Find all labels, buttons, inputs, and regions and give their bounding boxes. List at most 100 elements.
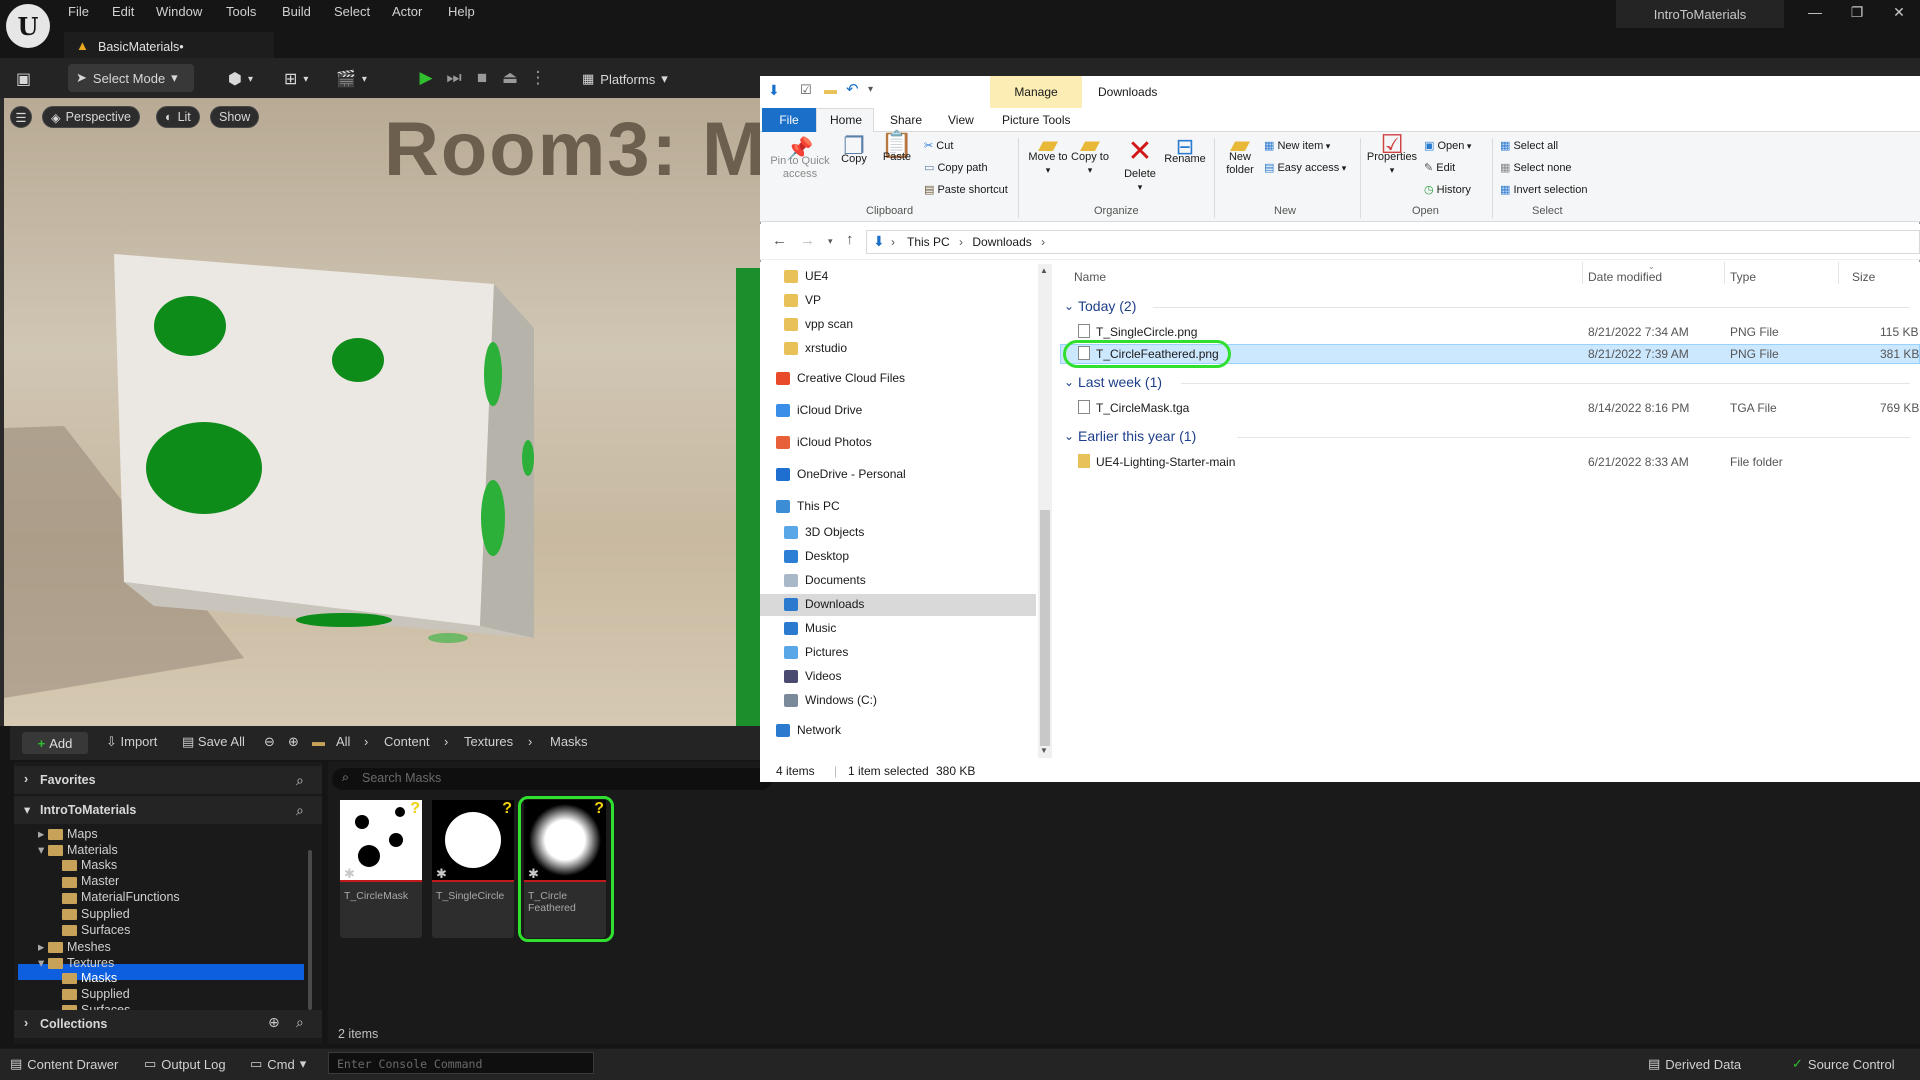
group-header[interactable]: Earlier this year (1)	[1078, 428, 1196, 444]
new-folder-button[interactable]: ▰ New folder	[1222, 131, 1258, 177]
level-tab[interactable]: ▲ BasicMaterials•	[64, 32, 274, 58]
save-level-icon[interactable]: ▣	[16, 66, 38, 92]
recent-chevron-icon[interactable]: ▾	[828, 236, 833, 247]
copy-to-button[interactable]: ▰ Copy to ▾	[1070, 131, 1110, 177]
scroll-up-icon[interactable]: ▲	[1040, 266, 1048, 275]
nav-item[interactable]: Windows (C:)	[784, 690, 877, 710]
paste-shortcut-button[interactable]: ▤ Paste shortcut	[924, 183, 1008, 196]
new-folder-small-icon[interactable]: ▬	[824, 82, 837, 97]
nav-item[interactable]: Documents	[784, 570, 866, 590]
save-all-button[interactable]: ▤ Save All	[182, 734, 245, 750]
history-forward-icon[interactable]: ⊕	[288, 734, 299, 750]
nav-item[interactable]: This PC	[776, 496, 840, 516]
asset-tile[interactable]: ? ✱ T_CircleMask	[340, 800, 422, 938]
nav-item[interactable]: VP	[784, 290, 821, 310]
lit-button[interactable]: ◐ Lit	[156, 106, 200, 128]
nav-scrollbar-thumb[interactable]	[1040, 510, 1050, 746]
asset-tile[interactable]: ? ✱ T_Circle Feathered	[524, 800, 606, 938]
quick-access-down-icon[interactable]: ⬇	[768, 82, 780, 99]
eject-icon[interactable]: ⏏	[498, 66, 522, 90]
show-button[interactable]: Show	[210, 106, 260, 128]
group-collapse-icon[interactable]: ⌄	[1064, 375, 1074, 389]
select-all-button[interactable]: ▦ Select all	[1500, 139, 1558, 152]
add-collection-icon[interactable]: ⊕	[268, 1014, 280, 1031]
breadcrumb-content[interactable]: Content	[384, 734, 430, 749]
add-button[interactable]: + Add	[22, 732, 88, 754]
breadcrumb-textures[interactable]: Textures	[464, 734, 513, 749]
minimize-icon[interactable]: —	[1798, 4, 1832, 28]
tab-share[interactable]: Share	[890, 113, 922, 127]
expander-icon[interactable]: ▾	[38, 842, 48, 857]
invert-selection-button[interactable]: ▦ Invert selection	[1500, 183, 1587, 196]
menu-window[interactable]: Window	[156, 4, 202, 19]
new-item-button[interactable]: ▦ New item ▾	[1264, 139, 1330, 152]
nav-item[interactable]: OneDrive - Personal	[776, 464, 906, 484]
add-actor-icon[interactable]: ⬢ ▾	[228, 66, 253, 92]
nav-item[interactable]: iCloud Drive	[776, 400, 862, 420]
tree-item[interactable]: ▸ Meshes	[38, 939, 111, 955]
platforms-button[interactable]: ▦ Platforms ▾	[582, 66, 668, 92]
undo-icon[interactable]: ↶	[846, 80, 859, 98]
address-this-pc[interactable]: This PC	[907, 235, 950, 249]
import-button[interactable]: ⇩ Import	[106, 734, 157, 750]
properties-button[interactable]: ☑ Properties ▾	[1364, 131, 1420, 177]
copy-button[interactable]: ❐ Copy	[836, 135, 872, 166]
blueprints-icon[interactable]: ⊞ ▾	[284, 66, 308, 92]
group-header[interactable]: Last week (1)	[1078, 374, 1162, 390]
delete-button[interactable]: ✕ Delete ▾	[1118, 136, 1162, 194]
nav-item[interactable]: Music	[784, 618, 836, 638]
select-mode-dropdown[interactable]: ➤ Select Mode ▾	[68, 64, 194, 92]
cmd-dropdown[interactable]: ▭ Cmd ▾	[250, 1056, 306, 1072]
scroll-down-icon[interactable]: ▼	[1040, 746, 1048, 755]
console-input[interactable]: Enter Console Command	[328, 1052, 594, 1074]
level-viewport[interactable]: Room3: M	[0, 98, 760, 726]
project-header[interactable]: ▾ IntroToMaterials	[14, 796, 322, 824]
tree-item[interactable]: Master	[52, 874, 119, 890]
easy-access-button[interactable]: ▤ Easy access ▾	[1264, 161, 1346, 174]
group-header[interactable]: Today (2)	[1078, 298, 1136, 314]
tab-picture-tools[interactable]: Picture Tools	[1002, 113, 1070, 127]
search-icon[interactable]: ⌕	[296, 1014, 304, 1031]
tree-item[interactable]: MaterialFunctions	[52, 890, 180, 906]
nav-item[interactable]: Creative Cloud Files	[776, 368, 905, 388]
history-button[interactable]: ◷ History	[1424, 183, 1471, 196]
open-button[interactable]: ▣ Open ▾	[1424, 139, 1471, 152]
content-drawer-button[interactable]: ▤ Content Drawer	[10, 1056, 118, 1072]
tree-item[interactable]: Surfaces	[52, 923, 130, 939]
viewport-options-icon[interactable]: ☰	[10, 106, 32, 128]
advance-frame-icon[interactable]: ⏭	[442, 66, 466, 90]
column-date-modified[interactable]: Date modified	[1588, 270, 1662, 284]
search-icon[interactable]: ⌕	[296, 772, 304, 789]
perspective-button[interactable]: ◈ Perspective	[42, 106, 140, 128]
menu-help[interactable]: Help	[448, 4, 475, 19]
nav-item[interactable]: Desktop	[784, 546, 849, 566]
play-icon[interactable]: ▶	[414, 66, 438, 90]
search-icon[interactable]: ⌕	[296, 802, 304, 819]
address-downloads[interactable]: Downloads	[972, 235, 1031, 249]
group-collapse-icon[interactable]: ⌄	[1064, 299, 1074, 313]
breadcrumb-masks[interactable]: Masks	[550, 734, 588, 749]
manage-context-tab[interactable]: Manage	[990, 76, 1082, 108]
tree-scrollbar[interactable]	[308, 850, 312, 1010]
up-arrow-icon[interactable]: ↑	[846, 231, 854, 248]
menu-select[interactable]: Select	[334, 4, 370, 19]
nav-item[interactable]: vpp scan	[784, 314, 853, 334]
tree-item[interactable]: ▾ Textures	[38, 955, 114, 971]
back-arrow-icon[interactable]: ←	[772, 232, 787, 249]
nav-item[interactable]: Videos	[784, 666, 841, 686]
nav-item[interactable]: xrstudio	[784, 338, 847, 358]
derived-data-button[interactable]: ▤ Derived Data	[1648, 1056, 1741, 1072]
tree-item[interactable]: Supplied	[52, 907, 130, 923]
expander-icon[interactable]: ▾	[38, 955, 48, 970]
tab-file[interactable]: File	[762, 108, 816, 132]
more-options-icon[interactable]: ⋮	[526, 66, 550, 90]
column-type[interactable]: Type	[1730, 270, 1756, 284]
menu-edit[interactable]: Edit	[112, 4, 134, 19]
rename-button[interactable]: ⊟ Rename	[1162, 136, 1208, 166]
menu-file[interactable]: File	[68, 4, 89, 19]
nav-item[interactable]: Downloads	[784, 594, 864, 614]
nav-item[interactable]: Pictures	[784, 642, 848, 662]
tab-home[interactable]: Home	[830, 113, 862, 127]
breadcrumb-all[interactable]: All	[336, 734, 350, 749]
nav-item[interactable]: iCloud Photos	[776, 432, 872, 452]
